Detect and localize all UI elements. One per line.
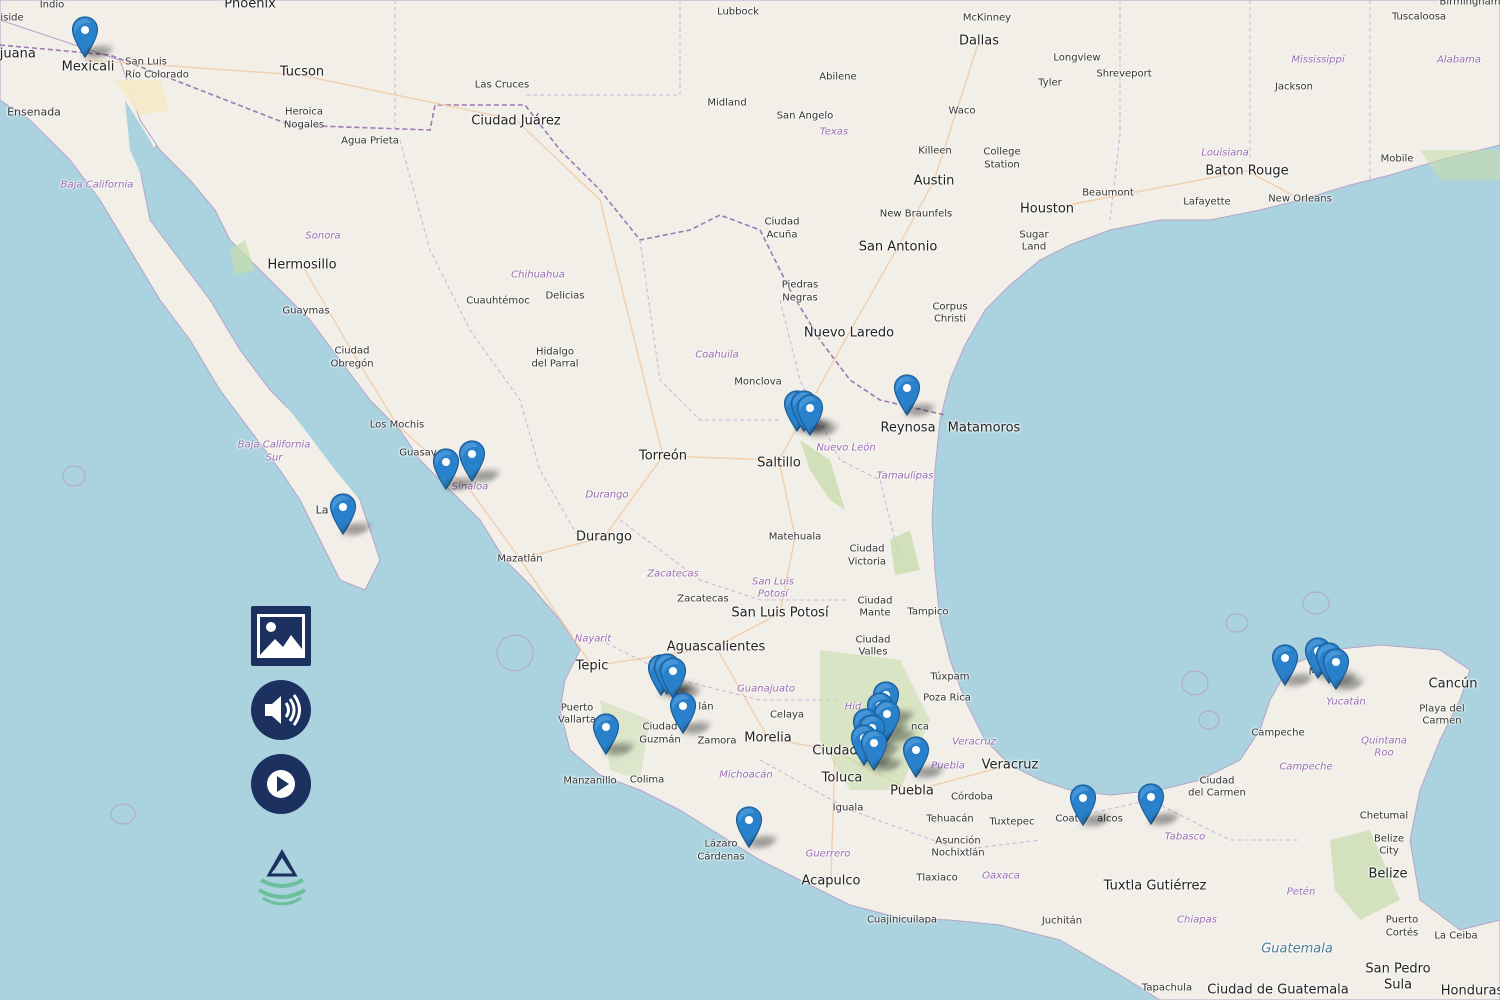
map-marker[interactable] — [1069, 784, 1113, 826]
map-marker[interactable] — [893, 374, 937, 416]
map-marker[interactable] — [432, 448, 476, 490]
map-marker[interactable] — [592, 713, 636, 755]
map-basemap — [0, 0, 1500, 1000]
play-button[interactable] — [251, 754, 311, 814]
map-marker[interactable] — [796, 394, 840, 436]
map-marker[interactable] — [1322, 648, 1366, 690]
image-icon — [257, 614, 305, 658]
logo-icon — [257, 848, 307, 906]
map-marker[interactable] — [71, 16, 115, 58]
logo[interactable] — [251, 848, 313, 910]
map-marker[interactable] — [458, 440, 502, 482]
play-icon — [267, 770, 295, 798]
speaker-icon — [265, 694, 301, 726]
image-button[interactable] — [251, 606, 311, 666]
map-marker[interactable] — [860, 729, 904, 771]
map-marker[interactable] — [902, 736, 946, 778]
map-canvas[interactable]: Phoenix Indio iside ijuana Mexicali San Luis R… — [0, 0, 1500, 1000]
map-marker[interactable] — [735, 806, 779, 848]
map-marker[interactable] — [1137, 783, 1181, 825]
audio-button[interactable] — [251, 680, 311, 740]
map-marker[interactable] — [669, 692, 713, 734]
map-marker[interactable] — [329, 493, 373, 535]
map-marker[interactable] — [1271, 644, 1315, 686]
